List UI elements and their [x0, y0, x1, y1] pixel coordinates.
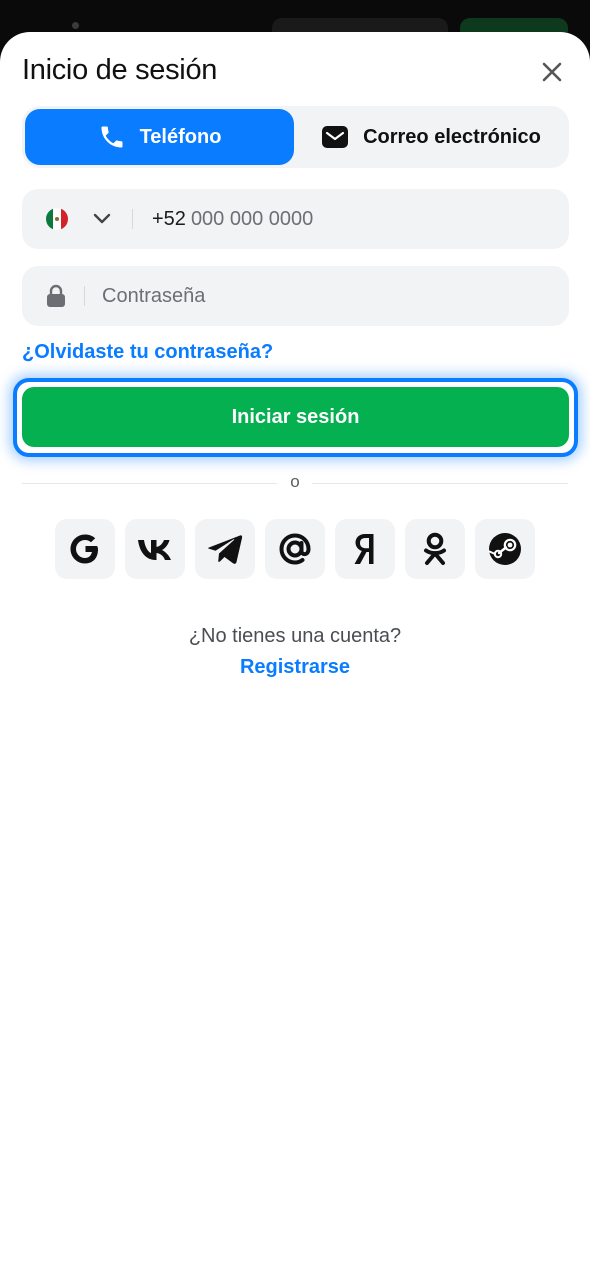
vk-icon — [138, 540, 171, 560]
phone-input[interactable]: +52 000 000 0000 — [152, 202, 313, 236]
tab-phone-label: Teléfono — [139, 125, 222, 148]
social-login-row — [55, 519, 535, 579]
divider-left — [22, 483, 277, 484]
login-sheet: Inicio de sesión Teléfono Correo electró… — [0, 32, 590, 1280]
yandex-icon — [354, 534, 374, 564]
chevron-down-icon — [93, 213, 111, 224]
country-dropdown-button[interactable] — [90, 207, 114, 231]
steam-login-button[interactable] — [475, 519, 535, 579]
register-link[interactable]: Registrarse — [0, 656, 590, 679]
phone-icon — [98, 123, 126, 151]
telegram-icon — [208, 535, 243, 564]
phone-field: +52 000 000 0000 — [22, 189, 569, 249]
password-field — [22, 266, 569, 326]
login-method-tabs: Teléfono Correo electrónico — [22, 106, 569, 168]
password-input[interactable] — [102, 279, 542, 313]
google-icon — [70, 534, 98, 564]
odnoklassniki-login-button[interactable] — [405, 519, 465, 579]
tab-email-label: Correo electrónico — [363, 125, 541, 148]
divider-right — [312, 483, 568, 484]
close-icon — [542, 62, 562, 82]
close-button[interactable] — [536, 56, 568, 88]
lock-icon — [46, 284, 66, 308]
country-code: +52 — [152, 207, 186, 230]
page-title: Inicio de sesión — [22, 54, 218, 86]
yandex-login-button[interactable] — [335, 519, 395, 579]
login-button-focus-ring: Iniciar sesión — [13, 378, 578, 457]
background-dot — [72, 22, 79, 29]
vk-login-button[interactable] — [125, 519, 185, 579]
tab-phone[interactable]: Teléfono — [25, 109, 294, 165]
mexico-flag-icon[interactable] — [46, 208, 68, 230]
steam-icon — [488, 533, 521, 565]
telegram-login-button[interactable] — [195, 519, 255, 579]
google-login-button[interactable] — [55, 519, 115, 579]
login-button[interactable]: Iniciar sesión — [22, 387, 569, 447]
mail-ru-login-button[interactable] — [265, 519, 325, 579]
forgot-password-link[interactable]: ¿Olvidaste tu contraseña? — [22, 341, 273, 364]
field-separator — [84, 286, 85, 306]
tab-email[interactable]: Correo electrónico — [296, 109, 566, 165]
field-separator — [132, 209, 133, 229]
mail-ru-icon — [279, 533, 311, 565]
divider-label: o — [290, 472, 300, 491]
mail-icon — [321, 125, 349, 149]
phone-placeholder: 000 000 0000 — [190, 207, 314, 230]
odnoklassniki-icon — [424, 532, 446, 565]
signup-prompt: ¿No tienes una cuenta? — [188, 625, 402, 647]
